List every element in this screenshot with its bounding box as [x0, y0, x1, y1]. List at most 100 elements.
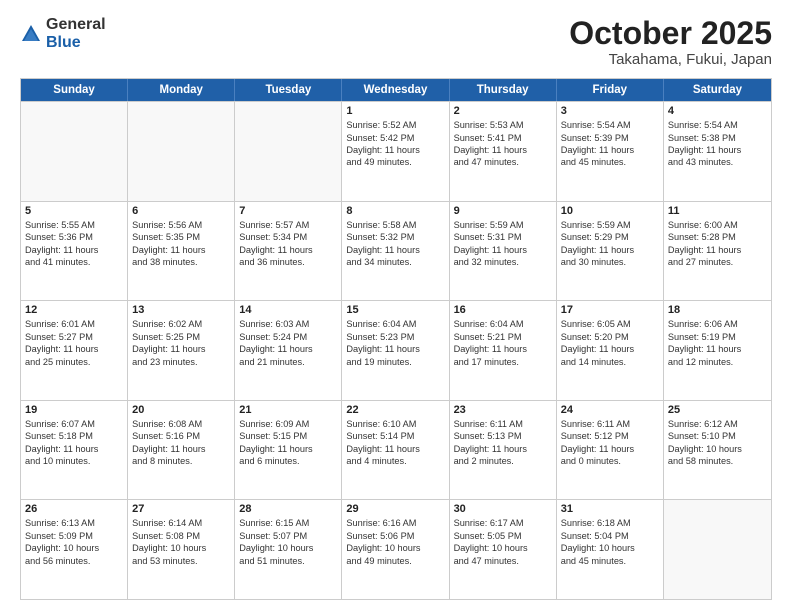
- cell-info-line: and 17 minutes.: [454, 356, 552, 368]
- cell-info-line: Daylight: 11 hours: [132, 443, 230, 455]
- cell-info-line: Sunset: 5:36 PM: [25, 231, 123, 243]
- logo-icon: [20, 23, 42, 45]
- cell-info-line: and 49 minutes.: [346, 156, 444, 168]
- day-number: 28: [239, 503, 337, 515]
- cell-info-line: Sunset: 5:12 PM: [561, 430, 659, 442]
- cell-info-line: Sunrise: 6:07 AM: [25, 418, 123, 430]
- cell-info-line: Sunrise: 5:57 AM: [239, 219, 337, 231]
- cell-info-line: Sunset: 5:41 PM: [454, 132, 552, 144]
- calendar-cell-day-21: 21Sunrise: 6:09 AMSunset: 5:15 PMDayligh…: [235, 401, 342, 500]
- cell-info-line: Sunrise: 5:58 AM: [346, 219, 444, 231]
- cell-info-line: Daylight: 11 hours: [132, 244, 230, 256]
- calendar-cell-empty: [235, 102, 342, 201]
- cell-info-line: Daylight: 10 hours: [132, 542, 230, 554]
- cell-info-line: and 27 minutes.: [668, 256, 767, 268]
- cell-info-line: Daylight: 11 hours: [454, 144, 552, 156]
- cell-info-line: Sunset: 5:08 PM: [132, 530, 230, 542]
- calendar-cell-day-9: 9Sunrise: 5:59 AMSunset: 5:31 PMDaylight…: [450, 202, 557, 301]
- day-number: 9: [454, 205, 552, 217]
- cell-info-line: Sunset: 5:34 PM: [239, 231, 337, 243]
- calendar: SundayMondayTuesdayWednesdayThursdayFrid…: [20, 78, 772, 600]
- cell-info-line: and 53 minutes.: [132, 555, 230, 567]
- day-number: 21: [239, 404, 337, 416]
- weekday-header-thursday: Thursday: [450, 79, 557, 101]
- cell-info-line: Daylight: 11 hours: [668, 144, 767, 156]
- calendar-cell-day-17: 17Sunrise: 6:05 AMSunset: 5:20 PMDayligh…: [557, 301, 664, 400]
- day-number: 25: [668, 404, 767, 416]
- day-number: 24: [561, 404, 659, 416]
- calendar-page: General Blue October 2025 Takahama, Fuku…: [0, 0, 792, 612]
- day-number: 29: [346, 503, 444, 515]
- cell-info-line: and 30 minutes.: [561, 256, 659, 268]
- calendar-cell-day-5: 5Sunrise: 5:55 AMSunset: 5:36 PMDaylight…: [21, 202, 128, 301]
- calendar-cell-day-25: 25Sunrise: 6:12 AMSunset: 5:10 PMDayligh…: [664, 401, 771, 500]
- cell-info-line: Sunset: 5:39 PM: [561, 132, 659, 144]
- cell-info-line: Sunrise: 5:54 AM: [561, 119, 659, 131]
- cell-info-line: Daylight: 11 hours: [25, 443, 123, 455]
- cell-info-line: Sunset: 5:16 PM: [132, 430, 230, 442]
- cell-info-line: Sunset: 5:19 PM: [668, 331, 767, 343]
- cell-info-line: and 51 minutes.: [239, 555, 337, 567]
- day-number: 4: [668, 105, 767, 117]
- day-number: 14: [239, 304, 337, 316]
- cell-info-line: Sunset: 5:29 PM: [561, 231, 659, 243]
- day-number: 23: [454, 404, 552, 416]
- day-number: 7: [239, 205, 337, 217]
- cell-info-line: Sunrise: 6:05 AM: [561, 318, 659, 330]
- day-number: 8: [346, 205, 444, 217]
- cell-info-line: and 38 minutes.: [132, 256, 230, 268]
- day-number: 22: [346, 404, 444, 416]
- day-number: 15: [346, 304, 444, 316]
- day-number: 2: [454, 105, 552, 117]
- cell-info-line: Sunset: 5:14 PM: [346, 430, 444, 442]
- cell-info-line: Daylight: 11 hours: [346, 244, 444, 256]
- header: General Blue October 2025 Takahama, Fuku…: [20, 16, 772, 68]
- calendar-cell-day-29: 29Sunrise: 6:16 AMSunset: 5:06 PMDayligh…: [342, 500, 449, 599]
- cell-info-line: and 41 minutes.: [25, 256, 123, 268]
- cell-info-line: and 58 minutes.: [668, 455, 767, 467]
- cell-info-line: Sunrise: 6:15 AM: [239, 517, 337, 529]
- calendar-cell-day-27: 27Sunrise: 6:14 AMSunset: 5:08 PMDayligh…: [128, 500, 235, 599]
- day-number: 30: [454, 503, 552, 515]
- weekday-header-sunday: Sunday: [21, 79, 128, 101]
- cell-info-line: Sunrise: 6:11 AM: [454, 418, 552, 430]
- cell-info-line: Sunrise: 6:17 AM: [454, 517, 552, 529]
- logo: General Blue: [20, 16, 106, 52]
- logo-blue-text: Blue: [46, 34, 81, 51]
- cell-info-line: and 56 minutes.: [25, 555, 123, 567]
- cell-info-line: Sunrise: 6:13 AM: [25, 517, 123, 529]
- cell-info-line: Sunset: 5:13 PM: [454, 430, 552, 442]
- cell-info-line: Sunrise: 5:55 AM: [25, 219, 123, 231]
- weekday-header-monday: Monday: [128, 79, 235, 101]
- cell-info-line: Sunrise: 5:59 AM: [561, 219, 659, 231]
- calendar-cell-day-16: 16Sunrise: 6:04 AMSunset: 5:21 PMDayligh…: [450, 301, 557, 400]
- cell-info-line: and 47 minutes.: [454, 156, 552, 168]
- cell-info-line: Sunset: 5:21 PM: [454, 331, 552, 343]
- cell-info-line: Sunrise: 5:52 AM: [346, 119, 444, 131]
- cell-info-line: Sunset: 5:35 PM: [132, 231, 230, 243]
- cell-info-line: Daylight: 11 hours: [239, 443, 337, 455]
- cell-info-line: Daylight: 11 hours: [346, 343, 444, 355]
- cell-info-line: Sunset: 5:28 PM: [668, 231, 767, 243]
- cell-info-line: Sunrise: 6:02 AM: [132, 318, 230, 330]
- cell-info-line: Sunset: 5:10 PM: [668, 430, 767, 442]
- cell-info-line: Sunset: 5:31 PM: [454, 231, 552, 243]
- calendar-cell-empty: [128, 102, 235, 201]
- cell-info-line: Sunrise: 6:00 AM: [668, 219, 767, 231]
- cell-info-line: Daylight: 10 hours: [346, 542, 444, 554]
- day-number: 5: [25, 205, 123, 217]
- cell-info-line: Sunset: 5:15 PM: [239, 430, 337, 442]
- calendar-cell-day-20: 20Sunrise: 6:08 AMSunset: 5:16 PMDayligh…: [128, 401, 235, 500]
- cell-info-line: Sunrise: 5:54 AM: [668, 119, 767, 131]
- cell-info-line: Daylight: 11 hours: [454, 343, 552, 355]
- cell-info-line: Daylight: 10 hours: [25, 542, 123, 554]
- cell-info-line: and 21 minutes.: [239, 356, 337, 368]
- title-block: October 2025 Takahama, Fukui, Japan: [569, 16, 772, 68]
- calendar-cell-empty: [664, 500, 771, 599]
- cell-info-line: Sunrise: 6:04 AM: [346, 318, 444, 330]
- cell-info-line: Sunset: 5:38 PM: [668, 132, 767, 144]
- calendar-cell-day-15: 15Sunrise: 6:04 AMSunset: 5:23 PMDayligh…: [342, 301, 449, 400]
- cell-info-line: Sunset: 5:09 PM: [25, 530, 123, 542]
- cell-info-line: and 45 minutes.: [561, 156, 659, 168]
- calendar-cell-day-23: 23Sunrise: 6:11 AMSunset: 5:13 PMDayligh…: [450, 401, 557, 500]
